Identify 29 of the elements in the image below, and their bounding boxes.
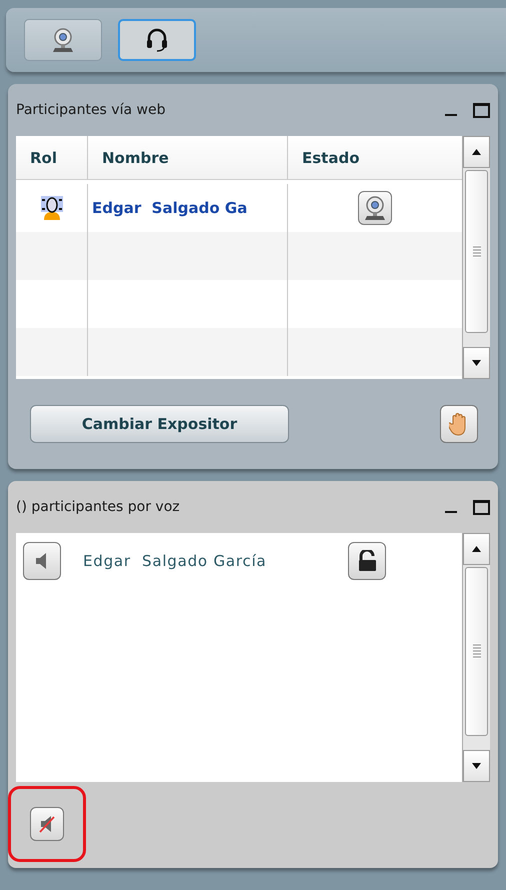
maximize-button[interactable] [473,102,490,118]
column-header[interactable]: Nombre [88,136,288,180]
grip-icon [472,644,480,660]
webcam-icon [363,195,387,221]
panel-title: () participantes por voz [16,499,181,515]
headset-tab[interactable] [118,19,196,61]
panel-title: Participantes vía web [16,102,166,118]
column-header[interactable]: Rol [16,136,88,180]
webcam-tab[interactable] [24,19,102,61]
webcam-icon [51,27,75,53]
scroll-down-icon [472,763,481,769]
webcam-status-button[interactable] [358,191,392,225]
scrollbar[interactable] [462,533,490,782]
scroll-up-icon [472,149,481,155]
speaker-button[interactable] [23,542,61,580]
unlocked-padlock-icon [357,550,377,572]
change-presenter-button[interactable]: Cambiar Expositor [30,405,289,443]
maximize-button[interactable] [473,500,490,514]
mute-all-button[interactable] [30,807,64,841]
scrollbar[interactable] [462,136,490,379]
headset-icon [146,28,168,52]
grip-icon [472,246,480,258]
participant-name: Edgar Salgado García [83,552,268,570]
lock-button[interactable] [348,542,386,580]
scroll-down-icon [472,360,481,366]
presenter-icon [40,196,62,220]
raise-hand-button[interactable] [440,405,478,443]
muted-speaker-icon [39,815,55,833]
scroll-up-icon [472,546,481,552]
